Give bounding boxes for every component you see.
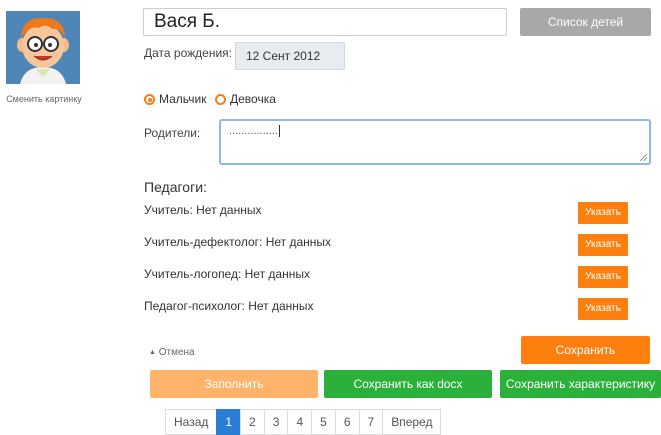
gender-girl-radio[interactable] [215,94,226,105]
cancel-link[interactable]: ▲ Отмена [149,347,195,358]
kids-list-button[interactable]: Список детей [520,8,651,36]
assign-teacher-button[interactable]: Указать [578,202,628,224]
pagination-page[interactable]: 4 [287,409,313,435]
teacher-row-label: Учитель-дефектолог: Нет данных [144,235,332,249]
gender-girl-label[interactable]: Девочка [230,92,276,106]
pagination-page[interactable]: 5 [311,409,336,435]
dob-label: Дата рождения: [144,46,232,60]
parents-value: ................ [229,125,278,137]
change-picture-link[interactable]: Сменить картинку [0,94,88,104]
save-docx-button[interactable]: Сохранить как docx [324,370,492,398]
avatar[interactable] [6,11,80,84]
child-name-input[interactable]: Вася Б. [143,8,507,36]
teacher-row-label: Учитель-логопед: Нет данных [144,267,310,281]
text-cursor: ​ [278,125,280,137]
gender-boy-label[interactable]: Мальчик [159,92,206,106]
assign-defectologist-button[interactable]: Указать [578,234,628,256]
parents-textarea[interactable]: ................​ [219,119,651,165]
caret-up-icon: ▲ [149,349,156,356]
teacher-row-label: Учитель: Нет данных [144,203,262,217]
pagination-page[interactable]: 6 [334,409,360,435]
pagination-prev[interactable]: Назад [165,409,218,435]
assign-speech-therapist-button[interactable]: Указать [578,266,628,288]
pagination-page[interactable]: 2 [240,409,265,435]
pagination-next[interactable]: Вперед [382,409,442,435]
teacher-row-label: Педагог-психолог: Нет данных [144,299,314,313]
assign-psychologist-button[interactable]: Указать [578,298,628,320]
save-button[interactable]: Сохранить [521,336,650,364]
pagination-page[interactable]: 1 [216,409,242,435]
boy-avatar-icon [6,11,80,84]
gender-boy-radio[interactable] [144,94,155,105]
teachers-title: Педагоги: [144,179,207,195]
resize-grip-icon[interactable] [640,154,647,161]
cancel-label: Отмена [158,347,195,358]
pagination-page[interactable]: 3 [263,409,289,435]
fill-button[interactable]: Заполнить [150,370,318,398]
dob-field[interactable]: 12 Сент 2012 [235,42,345,70]
pagination-page[interactable]: 7 [358,409,384,435]
pagination: Назад 1 2 3 4 5 6 7 Вперед [165,409,442,435]
save-characteristic-button[interactable]: Сохранить характеристику [500,370,661,398]
parents-label: Родители: [144,126,201,140]
